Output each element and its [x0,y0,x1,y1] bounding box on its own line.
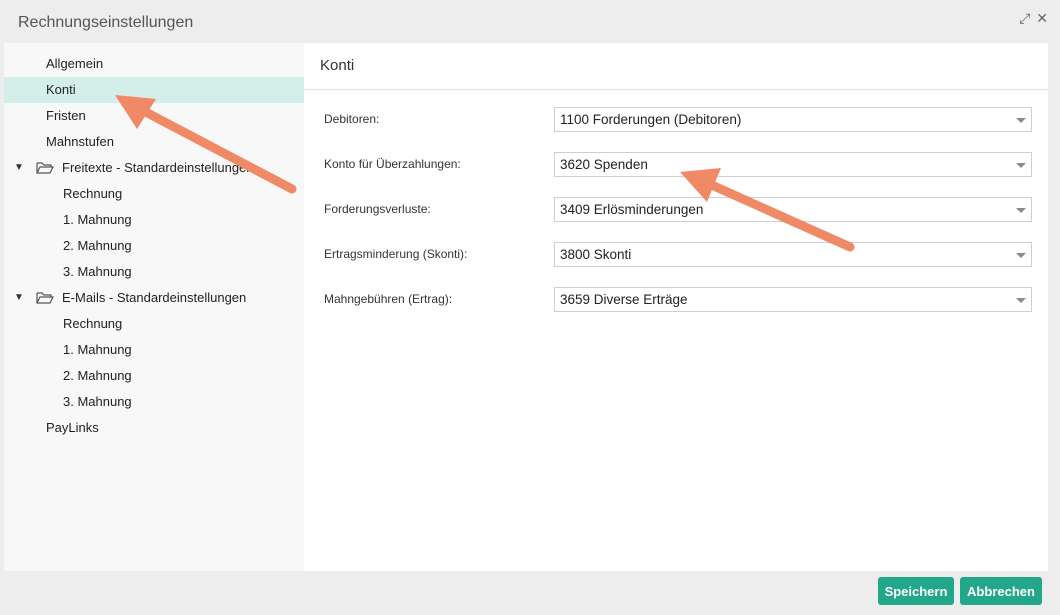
tree-item-emails-rechnung[interactable]: Rechnung [4,311,304,337]
debitoren-select[interactable]: 1100 Forderungen (Debitoren) [554,107,1032,132]
folder-open-icon [36,162,54,174]
tree-item-freitexte-mahnung-2[interactable]: 2. Mahnung [4,233,304,259]
tree-item-label: 1. Mahnung [63,212,132,227]
field-label-debitoren: Debitoren: [324,112,380,126]
folder-open-icon [36,292,54,304]
tree-item-freitexte-mahnung-1[interactable]: 1. Mahnung [4,207,304,233]
tree-item-fristen[interactable]: Fristen [4,103,304,129]
tree-item-konti[interactable]: Konti [4,77,304,103]
cancel-button[interactable]: Abbrechen [960,577,1042,605]
tree-item-freitexte-rechnung[interactable]: Rechnung [4,181,304,207]
tree-item-freitexte[interactable]: ▼ Freitexte - Standardeinstellungen [4,155,304,181]
panel-title: Konti [320,57,355,74]
tree-item-label: Konti [46,82,76,97]
tree-item-emails-mahnung-1[interactable]: 1. Mahnung [4,337,304,363]
tree-item-label: Freitexte - Standardeinstellungen [62,160,254,175]
konti-panel: Konti Debitoren: 1100 Forderungen (Debit… [304,43,1048,571]
panel-header: Konti [304,43,1048,90]
tree-item-label: Fristen [46,108,86,123]
tree-item-label: 2. Mahnung [63,368,132,383]
select-value: 3659 Diverse Erträge [560,292,688,307]
tree-item-paylinks[interactable]: PayLinks [4,415,304,441]
title-bar: Rechnungseinstellungen ⤢ ✕ [0,0,1060,42]
settings-tree: Allgemein Konti Fristen Mahnstufen ▼ Fre… [4,43,304,571]
tree-item-emails-mahnung-2[interactable]: 2. Mahnung [4,363,304,389]
tree-item-label: Rechnung [63,316,123,331]
tree-item-label: 3. Mahnung [63,264,132,279]
dropdown-arrow-icon [1016,298,1026,303]
tree-item-label: 1. Mahnung [63,342,132,357]
dropdown-arrow-icon [1016,163,1026,168]
tree-item-allgemein[interactable]: Allgemein [4,51,304,77]
field-label-skonti: Ertragsminderung (Skonti): [324,247,468,261]
save-button[interactable]: Speichern [878,577,954,605]
field-label-forderungsverluste: Forderungsverluste: [324,202,431,216]
select-value: 1100 Forderungen (Debitoren) [560,112,742,127]
tree-item-label: Rechnung [63,186,123,201]
tree-item-emails-mahnung-3[interactable]: 3. Mahnung [4,389,304,415]
tree-item-label: 3. Mahnung [63,394,132,409]
dropdown-arrow-icon [1016,208,1026,213]
close-icon[interactable]: ✕ [1036,10,1048,27]
ueberzahlungen-select[interactable]: 3620 Spenden [554,152,1032,177]
window-title: Rechnungseinstellungen [18,14,194,31]
expand-icon[interactable]: ⤢ [1019,10,1030,27]
dropdown-arrow-icon [1016,118,1026,123]
field-label-ueberzahlungen: Konto für Überzahlungen: [324,157,461,171]
tree-item-label: E-Mails - Standardeinstellungen [62,290,247,305]
dropdown-arrow-icon [1016,253,1026,258]
tree-item-label: PayLinks [46,420,99,435]
expand-caret-icon[interactable]: ▼ [14,285,24,311]
tree-item-label: Allgemein [46,56,104,71]
skonti-select[interactable]: 3800 Skonti [554,242,1032,267]
tree-item-freitexte-mahnung-3[interactable]: 3. Mahnung [4,259,304,285]
select-value: 3409 Erlösminderungen [560,202,704,217]
expand-caret-icon[interactable]: ▼ [14,155,24,181]
tree-item-mahnstufen[interactable]: Mahnstufen [4,129,304,155]
tree-item-emails[interactable]: ▼ E-Mails - Standardeinstellungen [4,285,304,311]
field-label-mahngebuehren: Mahngebühren (Ertrag): [324,292,453,306]
forderungsverluste-select[interactable]: 3409 Erlösminderungen [554,197,1032,222]
window-controls: ⤢ ✕ [1019,10,1048,27]
mahngebuehren-select[interactable]: 3659 Diverse Erträge [554,287,1032,312]
tree-item-label: 2. Mahnung [63,238,132,253]
select-value: 3620 Spenden [560,157,648,172]
select-value: 3800 Skonti [560,247,632,262]
tree-item-label: Mahnstufen [46,134,114,149]
